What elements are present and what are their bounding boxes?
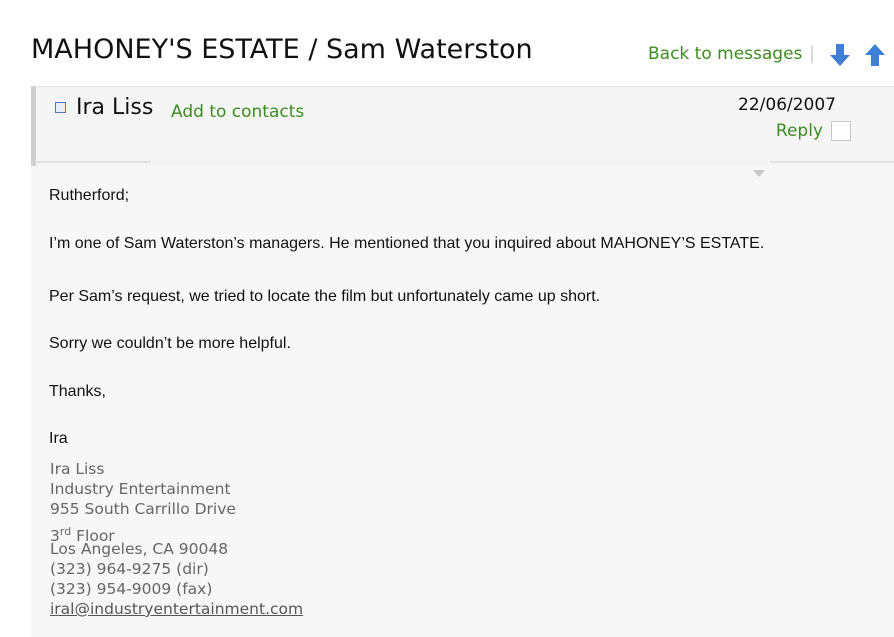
collapse-triangle-icon[interactable]	[753, 170, 765, 177]
add-to-contacts-link[interactable]: Add to contacts	[171, 102, 304, 122]
sender-name: Ira Liss	[76, 95, 154, 120]
header-divider-left	[37, 161, 151, 164]
signature-floor-suffix: rd	[59, 525, 72, 538]
body-paragraph-3: Sorry we couldn’t be more helpful.	[49, 335, 291, 352]
signature-phone-dir: (323) 964-9275 (dir)	[50, 560, 209, 578]
message-header: Ira Liss Add to contacts 22/06/2007 Repl…	[31, 86, 894, 166]
signature-street: 955 South Carrillo Drive	[50, 500, 236, 518]
arrow-down-icon[interactable]	[829, 42, 851, 68]
back-to-messages-link[interactable]: Back to messages	[648, 44, 802, 64]
reply-link[interactable]: Reply	[776, 121, 823, 141]
signature-city: Los Angeles, CA 90048	[50, 540, 229, 558]
reply-checkbox[interactable]	[831, 121, 851, 141]
arrow-up-icon[interactable]	[864, 42, 886, 68]
body-thanks: Thanks,	[49, 383, 106, 400]
body-greeting: Rutherford;	[49, 187, 130, 204]
body-signoff: Ira	[49, 430, 68, 447]
message-date: 22/06/2007	[738, 95, 836, 115]
message-subject-title: MAHONEY'S ESTATE / Sam Waterston	[31, 34, 533, 65]
signature-company: Industry Entertainment	[50, 480, 231, 498]
signature-email-link[interactable]: iral@industryentertainment.com	[50, 600, 303, 619]
signature-name: Ira Liss	[50, 460, 105, 478]
signature-phone-fax: (323) 954-9009 (fax)	[50, 580, 213, 598]
body-paragraph-1: I’m one of Sam Waterston’s managers. He …	[49, 235, 765, 252]
sender-checkbox-icon[interactable]	[55, 102, 66, 113]
header-divider-right	[770, 161, 894, 164]
header-separator: |	[809, 43, 816, 64]
body-paragraph-2: Per Sam’s request, we tried to locate th…	[49, 288, 601, 305]
